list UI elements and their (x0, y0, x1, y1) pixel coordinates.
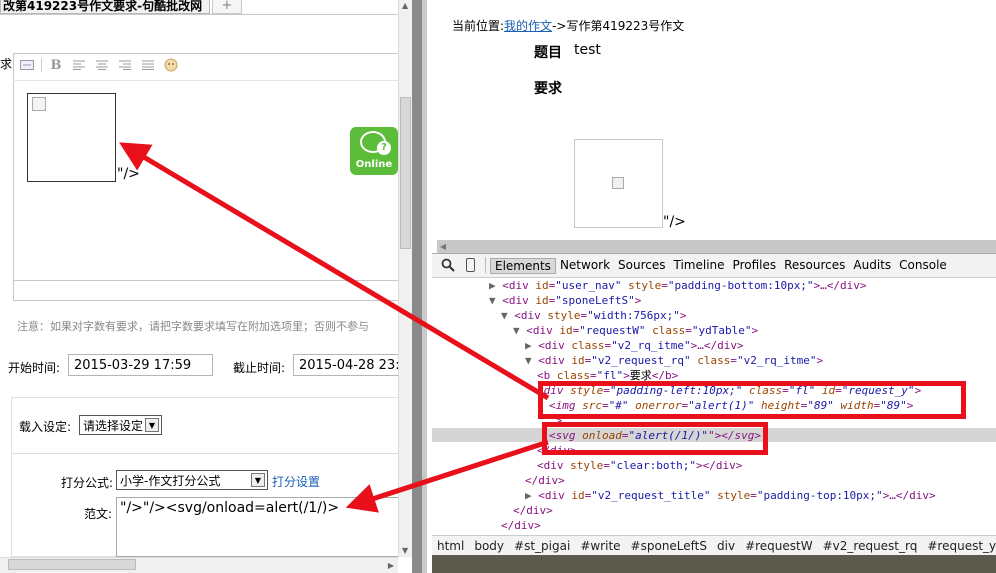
toolbar-separator (41, 58, 42, 72)
chevron-down-icon[interactable]: ▼ (251, 473, 265, 487)
devtools-tab-resources[interactable]: Resources (780, 258, 849, 274)
end-time-input[interactable]: 2015-04-28 23: (293, 354, 403, 376)
devtools-breadcrumb-item[interactable]: #v2_request_rq (818, 539, 923, 553)
question-icon: ? (377, 141, 391, 155)
devtools-tab-console[interactable]: Console (895, 258, 951, 274)
broken-image-icon (612, 177, 624, 189)
breadcrumb-current: ->写作第419223号作文 (552, 19, 685, 33)
editor-bottom-border (13, 280, 398, 281)
breadcrumb: 当前位置:我的作文->写作第419223号作文 (452, 17, 684, 34)
rendered-leftover-text: "/> (663, 214, 686, 230)
window-divider (412, 0, 422, 573)
scoring-settings-link[interactable]: 打分设置 (272, 473, 320, 490)
dom-node-line[interactable]: ▼ <div style="width:756px;"> (501, 308, 686, 323)
online-label: Online (355, 159, 393, 170)
toolbar-separator (485, 257, 486, 273)
scroll-down-icon[interactable]: ▼ (402, 546, 408, 555)
bold-button[interactable]: B (47, 57, 65, 73)
tab-divider (0, 14, 398, 15)
leftover-text: "/> (117, 166, 140, 182)
settings-divider (11, 453, 401, 454)
essay-title-value: test (574, 42, 601, 58)
scoring-formula-select[interactable]: 小学-作文打分公式 ▼ (116, 470, 268, 490)
editor-toolbar-border (13, 80, 398, 81)
scoring-formula-label: 打分公式: (61, 476, 114, 490)
devtools-breadcrumb-item[interactable]: #write (575, 539, 625, 553)
vertical-scroll-thumb[interactable] (400, 97, 411, 249)
dom-node-line[interactable]: </div> (501, 518, 541, 533)
device-mode-icon[interactable] (466, 258, 475, 272)
devtools-tab-profiles[interactable]: Profiles (729, 258, 781, 274)
load-settings-select[interactable]: 请选择设定 ▼ (79, 415, 162, 435)
devtools-breadcrumb-item[interactable]: #request_y (922, 539, 996, 553)
broken-image-icon (32, 97, 46, 111)
scoring-formula-value: 小学-作文打分公式 (120, 473, 221, 488)
source-icon[interactable] (18, 57, 36, 73)
horizontal-scroll-thumb[interactable] (8, 559, 136, 570)
devtools-breadcrumb-bar: html body #st_pigai #write #sponeLeftS div #re… (432, 535, 996, 555)
dom-node-line[interactable]: ▼ <div id="sponeLeftS"> (489, 293, 641, 308)
devtools-tab-sources[interactable]: Sources (614, 258, 669, 274)
dom-node-line[interactable]: </div> (513, 503, 553, 518)
align-justify-icon[interactable] (139, 57, 157, 73)
dom-node-line[interactable]: </div> (525, 473, 565, 488)
align-left-icon[interactable] (70, 57, 88, 73)
load-settings-value: 请选择设定 (83, 418, 144, 433)
devtools-tabs: Elements Network Sources Timeline Profiles Re… (490, 258, 951, 274)
scroll-right-icon[interactable]: ▶ (388, 561, 394, 570)
scroll-up-icon[interactable]: ▲ (402, 1, 408, 10)
dom-node-line[interactable]: ▼ <div id="requestW" class="ydTable"> (513, 323, 758, 338)
annotation-box-img (538, 381, 966, 419)
dom-node-line[interactable]: ▶ <div class="v2_rq_itme">…</div> (525, 338, 744, 353)
devtools-breadcrumb-item[interactable]: #requestW (740, 539, 818, 553)
devtools-breadcrumb-item[interactable]: #st_pigai (509, 539, 575, 553)
end-time-label: 截止时间: (233, 361, 286, 375)
align-right-icon[interactable] (116, 57, 134, 73)
emoticon-icon[interactable] (162, 57, 180, 73)
word-count-note: 注意：如果对字数有要求，请把字数要求填写在附加选项里；否则不参与 (17, 320, 369, 333)
annotation-box-svg (542, 422, 768, 455)
start-time-input[interactable]: 2015-03-29 17:59 (68, 354, 213, 376)
dom-node-line[interactable]: ▶ <div id="user_nav" style="padding-bott… (489, 278, 867, 293)
page-horizontal-scrollbar[interactable] (437, 240, 996, 253)
devtools-breadcrumb-item[interactable]: html (432, 539, 469, 553)
online-help-badge[interactable]: ? Online (350, 127, 398, 175)
align-center-icon[interactable] (93, 57, 111, 73)
devtools-breadcrumb-item[interactable]: #sponeLeftS (626, 539, 712, 553)
dom-node-line[interactable]: ▶ <div id="v2_request_title" style="padd… (525, 488, 936, 503)
scroll-left-icon[interactable]: ◀ (437, 240, 449, 253)
devtools-breadcrumb-item[interactable]: body (469, 539, 509, 553)
desktop-background (432, 555, 996, 573)
vertical-scrollbar[interactable]: ▲ ▼ (398, 0, 412, 557)
load-settings-label: 载入设定: (19, 420, 72, 434)
essay-title-label: 题目 (534, 45, 562, 61)
my-essays-link[interactable]: 我的作文 (504, 19, 552, 33)
rendered-page (427, 0, 996, 240)
editor-toolbar: B (18, 56, 180, 74)
browser-tab[interactable]: 改第419223号作文要求-句酷批改网 (0, 0, 210, 14)
sample-essay-textarea[interactable]: "/>"/><svg/onload=alert(/1/)> (116, 497, 406, 557)
devtools-breadcrumb-item[interactable]: div (712, 539, 740, 553)
requirement-heading: 要求 (534, 81, 562, 97)
inspect-search-icon[interactable] (441, 258, 455, 276)
devtools-tab-elements[interactable]: Elements (490, 258, 556, 274)
sample-essay-label: 范文: (84, 507, 113, 521)
devtools-tab-timeline[interactable]: Timeline (670, 258, 729, 274)
breadcrumb-prefix: 当前位置: (452, 19, 505, 33)
devtools-tab-network[interactable]: Network (556, 258, 614, 274)
devtools-tab-audits[interactable]: Audits (849, 258, 895, 274)
new-tab-button[interactable]: + (212, 0, 242, 14)
dom-node-line[interactable]: <div style="clear:both;"></div> (537, 458, 742, 473)
dom-node-line[interactable]: ▼ <div id="v2_request_rq" class="v2_rq_i… (525, 353, 823, 368)
start-time-label: 开始时间: (8, 361, 61, 375)
chevron-down-icon[interactable]: ▼ (145, 418, 159, 432)
